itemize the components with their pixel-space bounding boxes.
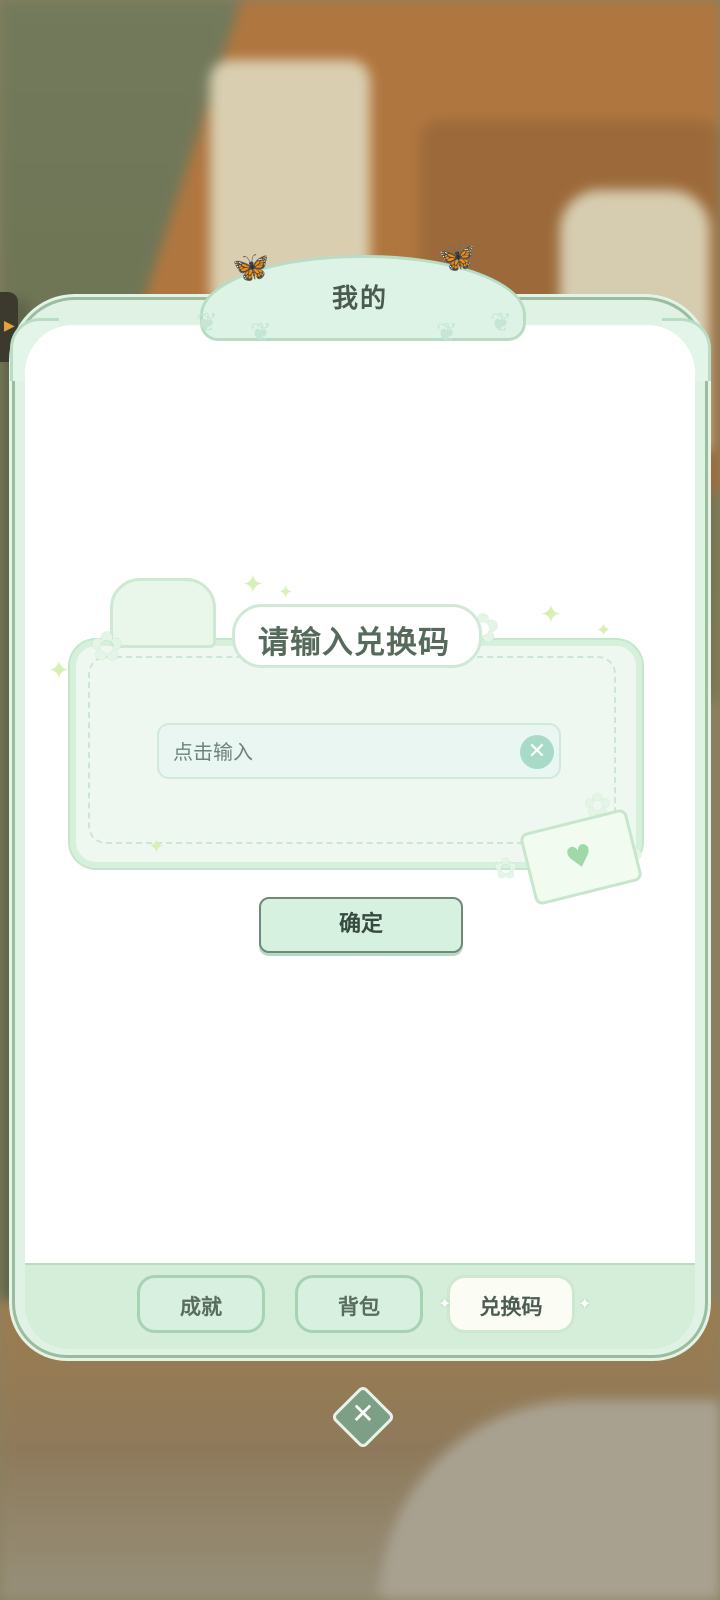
sparkle-icon: ✦ xyxy=(242,570,264,600)
flower-icon: ✿ xyxy=(494,852,518,885)
redeem-heading: 请输入兑换码 xyxy=(258,625,450,661)
sparkle-icon: ✦ xyxy=(278,582,294,603)
close-circle-icon: ✕ xyxy=(527,739,547,764)
redeem-code-field[interactable] xyxy=(157,723,561,779)
tab-redeem-code[interactable]: 兑换码 xyxy=(447,1275,575,1333)
leaf-icon: ❦ xyxy=(436,318,458,348)
page-title: 我的 xyxy=(331,284,388,314)
sparkle-icon: ✦ xyxy=(48,656,70,686)
confirm-button[interactable]: 确定 xyxy=(259,897,463,953)
sparkle-icon: ✦ xyxy=(578,1294,592,1313)
tab-achievements[interactable]: 成就 xyxy=(137,1275,265,1333)
leaf-icon: ❦ xyxy=(250,318,272,348)
sparkle-icon: ✦ xyxy=(540,600,562,630)
flower-icon: ✿ xyxy=(90,624,124,670)
clear-input-button[interactable]: ✕ xyxy=(520,735,554,769)
butterfly-icon: 🦋 xyxy=(438,240,476,275)
gift-box-icon xyxy=(110,578,216,648)
sparkle-icon: ✦ xyxy=(148,834,165,858)
close-icon[interactable]: ✕ xyxy=(340,1391,386,1437)
sparkle-icon: ✦ xyxy=(438,1294,452,1313)
redeem-code-input[interactable] xyxy=(171,725,515,779)
sparkle-icon: ✦ xyxy=(596,620,612,641)
chevron-right-icon: ▶ xyxy=(4,318,15,334)
tab-backpack[interactable]: 背包 xyxy=(295,1275,423,1333)
